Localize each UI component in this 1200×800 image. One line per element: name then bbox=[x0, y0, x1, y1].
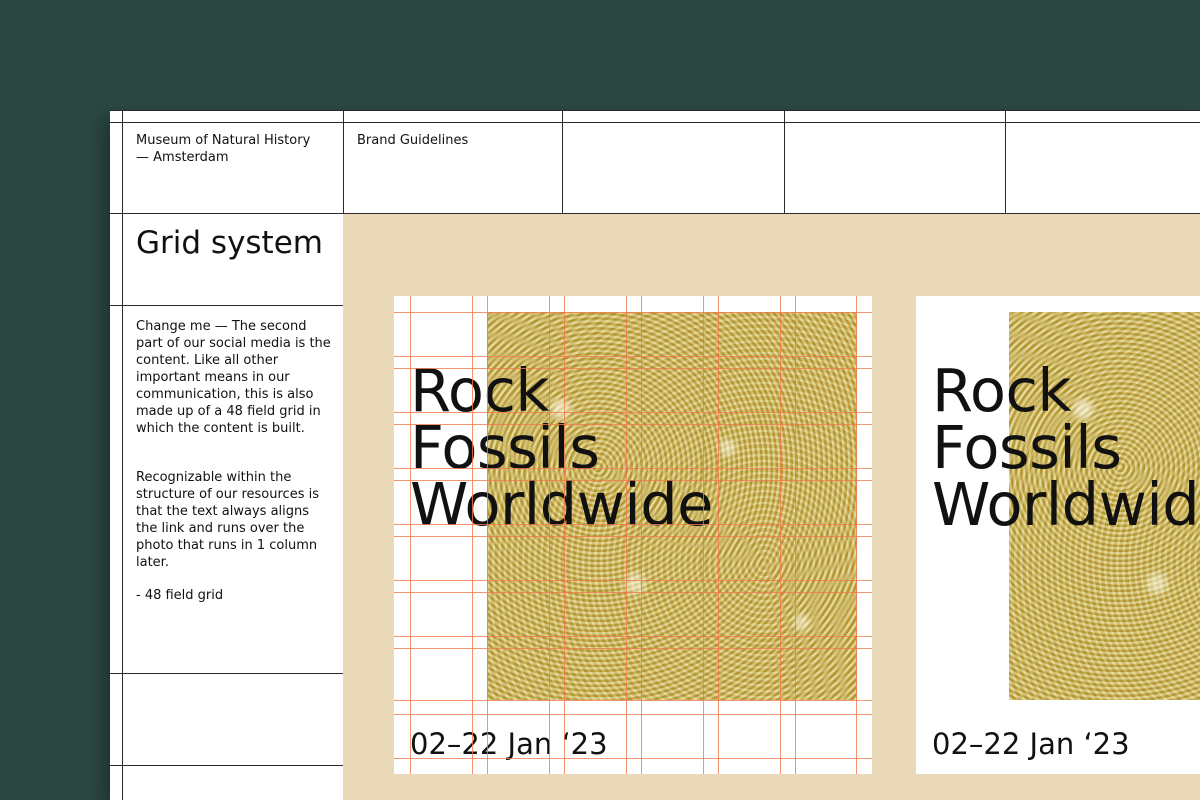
row-rule bbox=[110, 765, 343, 766]
header-top-rule bbox=[110, 122, 1200, 123]
grid-guide bbox=[394, 714, 872, 715]
post-headline: Rock Fossils Worldwide bbox=[932, 361, 1200, 534]
headline-line: Worldwide bbox=[932, 470, 1200, 539]
column-rule bbox=[784, 110, 785, 214]
post-date: 02–22 Jan ‘23 bbox=[932, 727, 1130, 761]
headline-line: Worldwide bbox=[410, 470, 713, 539]
section-title: Brand Guidelines bbox=[357, 133, 469, 148]
column-rule bbox=[562, 110, 563, 214]
top-rule bbox=[110, 110, 1200, 111]
museum-name: Museum of Natural History — Amsterdam bbox=[136, 133, 311, 165]
body-paragraph: Change me — The second part of our socia… bbox=[136, 319, 331, 436]
grid-guide bbox=[394, 700, 872, 701]
body-paragraph: Recognizable within the structure of our… bbox=[136, 470, 319, 570]
social-post-card: Rock Fossils Worldwide 02–22 Jan ‘23 bbox=[916, 296, 1200, 774]
social-post-card: Rock Fossils Worldwide 02–22 Jan ‘23 bbox=[394, 296, 872, 774]
post-headline: Rock Fossils Worldwide bbox=[410, 361, 713, 534]
body-paragraph: - 48 field grid bbox=[136, 588, 224, 603]
post-date: 02–22 Jan ‘23 bbox=[410, 727, 608, 761]
column-rule bbox=[343, 110, 344, 214]
row-rule bbox=[110, 673, 343, 674]
column-rule bbox=[1005, 110, 1006, 214]
title-rule bbox=[110, 305, 343, 306]
page-title: Grid system bbox=[136, 225, 323, 261]
guidelines-sheet: Museum of Natural History — Amsterdam Br… bbox=[110, 110, 1200, 800]
